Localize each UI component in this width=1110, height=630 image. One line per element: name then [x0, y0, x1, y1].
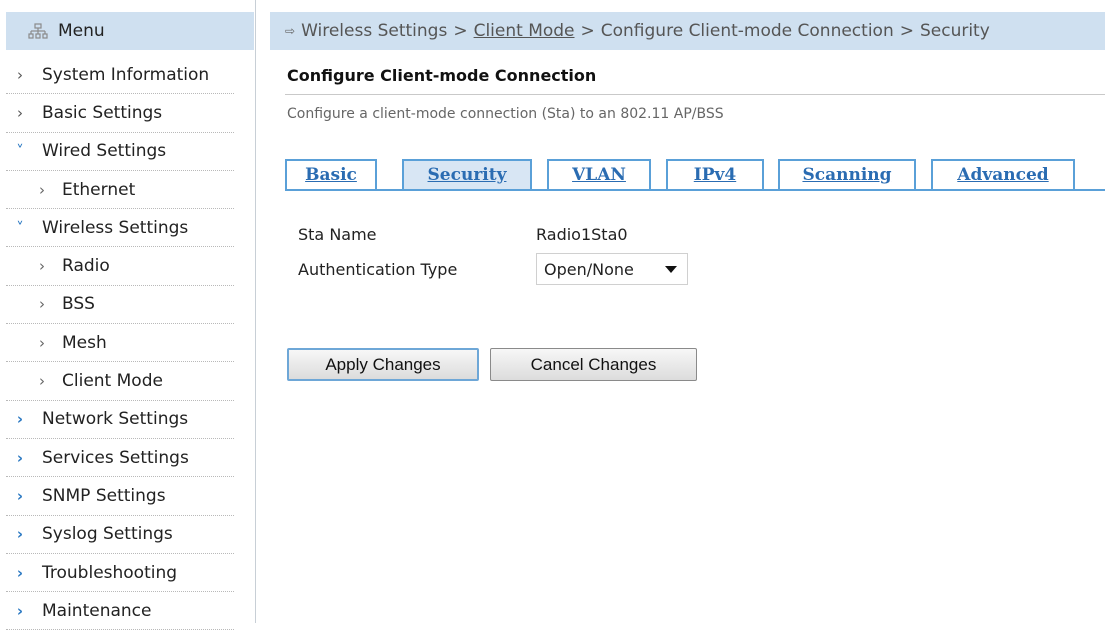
sidebar-item-label: Services Settings [42, 447, 189, 468]
tab-ipv4[interactable]: IPv4 [666, 159, 764, 189]
sidebar-item-system-information[interactable]: › System Information [6, 56, 234, 95]
sidebar-item-label: Basic Settings [42, 102, 163, 123]
sta-name-value: Radio1Sta0 [536, 225, 628, 244]
sidebar-item-wireless-settings[interactable]: ˅ Wireless Settings [6, 209, 234, 248]
sitemap-icon [28, 23, 48, 39]
breadcrumb-security: Security [919, 21, 990, 41]
apply-changes-button[interactable]: Apply Changes [287, 348, 479, 381]
main-content: ⇨ Wireless Settings > Client Mode > Conf… [270, 0, 1105, 623]
tab-bar: Basic Security VLAN IPv4 Scanning Advanc… [285, 159, 1105, 191]
auth-type-select[interactable]: Open/None [536, 253, 688, 285]
sidebar-item-label: Wired Settings [42, 141, 167, 162]
chevron-right-icon: › [39, 295, 45, 314]
sidebar-item-network-settings[interactable]: › Network Settings [6, 401, 234, 439]
tab-advanced[interactable]: Advanced [931, 159, 1075, 189]
sidebar-item-label: BSS [62, 294, 95, 315]
nav-list: › System Information › Basic Settings ˅ Wired… [6, 56, 234, 630]
sidebar-item-label: Network Settings [42, 409, 189, 430]
chevron-down-icon: ˅ [16, 142, 24, 161]
breadcrumb-separator: > [580, 21, 595, 41]
sidebar-item-radio[interactable]: › Radio [6, 247, 234, 286]
breadcrumb-client-mode-link[interactable]: Client Mode [474, 21, 575, 41]
breadcrumb-wireless-settings: Wireless Settings [301, 21, 448, 41]
sidebar-item-label: Radio [62, 256, 110, 277]
menu-header: Menu [6, 12, 254, 50]
chevron-right-icon: › [39, 257, 45, 276]
sidebar-item-mesh[interactable]: › Mesh [6, 324, 234, 363]
tab-basic[interactable]: Basic [285, 159, 377, 189]
sidebar-item-bss[interactable]: › BSS [6, 286, 234, 325]
chevron-right-icon: › [16, 410, 24, 429]
chevron-right-icon: › [16, 448, 24, 467]
auth-type-selected-value: Open/None [544, 259, 634, 279]
breadcrumb-separator: > [899, 21, 914, 41]
page-title: Configure Client-mode Connection [287, 66, 597, 85]
chevron-down-icon: ˅ [16, 218, 24, 237]
breadcrumb-separator: > [453, 21, 468, 41]
sidebar-item-maintenance[interactable]: › Maintenance [6, 592, 234, 630]
cancel-changes-button[interactable]: Cancel Changes [490, 348, 697, 381]
sidebar-item-basic-settings[interactable]: › Basic Settings [6, 94, 234, 133]
chevron-right-icon: › [16, 601, 24, 620]
chevron-right-icon: › [16, 525, 24, 544]
sidebar-item-ethernet[interactable]: › Ethernet [6, 171, 234, 210]
sidebar-item-label: System Information [42, 64, 210, 85]
sidebar-item-label: Troubleshooting [42, 562, 178, 583]
sidebar: Menu › System Information › Basic Settings ˅… [0, 0, 256, 630]
chevron-right-icon: › [39, 180, 45, 199]
breadcrumb: ⇨ Wireless Settings > Client Mode > Conf… [270, 12, 1105, 50]
sidebar-item-label: Client Mode [62, 371, 163, 392]
tab-scanning[interactable]: Scanning [778, 159, 916, 189]
page-description: Configure a client-mode connection (Sta)… [287, 106, 724, 122]
sidebar-item-snmp-settings[interactable]: › SNMP Settings [6, 477, 234, 516]
tab-vlan[interactable]: VLAN [547, 159, 651, 189]
sidebar-item-client-mode[interactable]: › Client Mode [6, 362, 234, 401]
chevron-right-icon: › [16, 563, 24, 582]
caret-down-icon [665, 266, 677, 273]
sta-name-label: Sta Name [298, 225, 377, 244]
sidebar-item-label: Syslog Settings [42, 524, 173, 545]
chevron-right-icon: › [17, 65, 23, 84]
breadcrumb-configure-connection: Configure Client-mode Connection [600, 21, 894, 41]
arrow-right-icon: ⇨ [285, 24, 296, 38]
sidebar-item-label: Ethernet [62, 179, 136, 200]
chevron-right-icon: › [16, 486, 24, 505]
sidebar-item-label: SNMP Settings [42, 485, 166, 506]
auth-type-label: Authentication Type [298, 260, 458, 279]
chevron-right-icon: › [17, 103, 23, 122]
sidebar-item-troubleshooting[interactable]: › Troubleshooting [6, 554, 234, 593]
sidebar-item-label: Mesh [62, 332, 107, 353]
tab-security[interactable]: Security [402, 159, 532, 189]
sidebar-item-label: Wireless Settings [42, 217, 189, 238]
menu-title: Menu [58, 21, 105, 41]
chevron-right-icon: › [39, 333, 45, 352]
sidebar-item-label: Maintenance [42, 600, 152, 621]
sidebar-item-wired-settings[interactable]: ˅ Wired Settings [6, 133, 234, 171]
title-divider [285, 94, 1105, 95]
tab-bar-line [285, 189, 1105, 191]
chevron-right-icon: › [39, 372, 45, 391]
sidebar-item-syslog-settings[interactable]: › Syslog Settings [6, 516, 234, 554]
sidebar-item-services-settings[interactable]: › Services Settings [6, 439, 234, 478]
